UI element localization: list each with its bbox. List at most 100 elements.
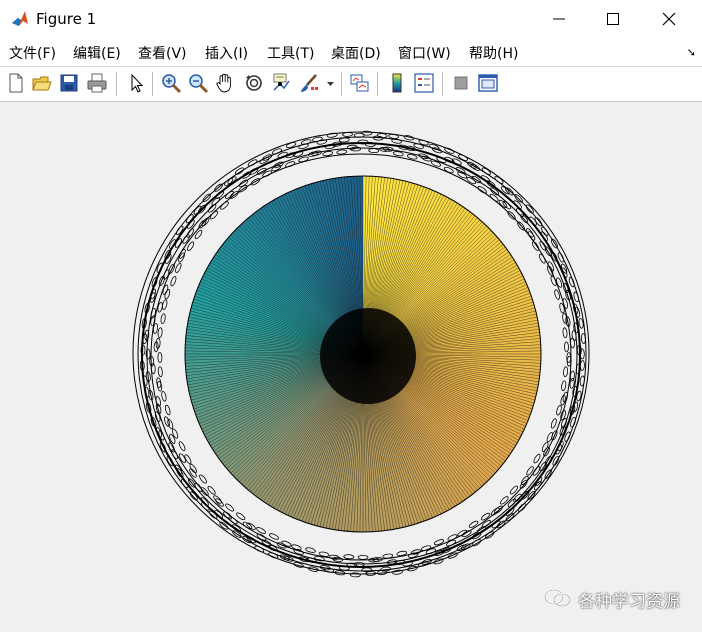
pie-slice-label	[293, 549, 304, 555]
close-icon	[662, 12, 676, 26]
pie-slice-label	[572, 401, 579, 413]
dock-arrow-icon[interactable]: ➘	[687, 46, 696, 59]
zoom-in-icon	[162, 74, 182, 94]
toolbar-separator	[377, 72, 378, 96]
hide-plot-tools-icon	[454, 76, 468, 90]
legend-icon	[414, 73, 434, 93]
pie-slice-label	[182, 234, 190, 244]
print-button[interactable]	[86, 72, 108, 94]
menu-file[interactable]: 文件(F)	[9, 43, 56, 63]
menu-insert[interactable]: 插入(I)	[205, 43, 248, 63]
show-plot-tools-button[interactable]	[477, 72, 499, 94]
pie-slice-label	[160, 313, 166, 325]
brush-dropdown-icon[interactable]	[327, 82, 334, 87]
save-button[interactable]	[58, 72, 80, 94]
rotate-3d-icon	[246, 75, 262, 91]
pie-slice-label	[517, 503, 527, 512]
pie-slice-label	[579, 360, 585, 371]
pie-slice-label	[305, 547, 316, 553]
wechat-icon	[544, 589, 571, 607]
pie-slice-label	[167, 418, 174, 430]
pie-slice-label	[157, 366, 163, 378]
pie-slice-label	[477, 186, 487, 194]
toolbar-separator	[442, 72, 443, 96]
open-file-button[interactable]	[31, 72, 53, 94]
pie-slice-label	[563, 366, 569, 378]
pie-slice-label	[162, 299, 168, 310]
colorbar-button[interactable]	[386, 72, 408, 94]
figure-canvas[interactable]	[0, 102, 702, 628]
menu-window[interactable]: 窗口(W)	[398, 43, 451, 63]
figure-toolbar	[0, 67, 702, 102]
pie-slice-label	[433, 539, 445, 546]
zoom-in-button[interactable]	[160, 72, 182, 94]
pie-slice-label	[326, 132, 338, 138]
menu-view[interactable]: 查看(V)	[138, 43, 187, 63]
pie-slice-label	[525, 204, 534, 214]
pie-slice-label	[336, 149, 348, 155]
pie-slice-label	[391, 138, 403, 144]
pie-chart	[132, 130, 590, 578]
pie-slice-label	[568, 276, 575, 288]
pie-slice-label	[178, 441, 186, 452]
rotate-3d-button[interactable]	[243, 72, 265, 94]
minimize-button[interactable]	[532, 0, 586, 38]
watermark: 各种学习资源	[544, 586, 694, 612]
print-icon	[87, 73, 107, 93]
pie-slice-label	[164, 416, 170, 427]
pie-slice-label	[505, 507, 515, 516]
zoom-out-icon	[189, 74, 209, 94]
close-button[interactable]	[642, 0, 696, 38]
pan-button[interactable]	[214, 72, 236, 94]
pie-slice-label	[532, 241, 540, 251]
menu-help[interactable]: 帮助(H)	[469, 43, 518, 63]
pie-slice-label	[162, 284, 169, 295]
pie-slice-label	[368, 148, 380, 154]
pie-slice-label	[161, 390, 167, 402]
pie-slice-label	[509, 485, 519, 495]
pie-slice-label	[186, 228, 195, 238]
toolbar-separator	[116, 72, 117, 96]
pie-slice-label	[342, 131, 353, 137]
pie-slice-label	[471, 539, 482, 547]
zoom-out-button[interactable]	[187, 72, 209, 94]
pie-slice-label	[562, 298, 568, 309]
pie-slice-label	[194, 229, 203, 240]
data-cursor-button[interactable]	[270, 72, 292, 94]
open-file-icon	[32, 76, 52, 91]
link-plot-icon	[350, 74, 369, 92]
legend-button[interactable]	[413, 72, 435, 94]
pie-slice-label	[157, 352, 163, 363]
menu-desktop[interactable]: 桌面(D)	[331, 43, 381, 63]
pie-slice-label	[172, 428, 179, 439]
pie-slice-label	[357, 554, 369, 560]
pie-slice-label	[291, 544, 302, 551]
window-title: Figure 1	[36, 10, 97, 28]
menu-tools[interactable]: 工具(T)	[267, 43, 314, 63]
pie-slice-label	[513, 493, 522, 503]
edit-plot-button[interactable]	[125, 72, 147, 94]
matlab-logo-icon	[10, 9, 30, 29]
pie-slice-label	[343, 554, 355, 560]
brush-button[interactable]	[298, 72, 320, 94]
pie-slice-label	[480, 512, 491, 521]
link-plot-button[interactable]	[349, 72, 371, 94]
hide-plot-tools-button[interactable]	[450, 72, 472, 94]
maximize-icon	[607, 13, 619, 25]
brush-icon	[301, 74, 318, 92]
pie-slice-label	[170, 276, 177, 287]
new-figure-button[interactable]	[5, 72, 27, 94]
pie-slice-label	[561, 380, 567, 392]
menu-edit[interactable]: 编辑(E)	[73, 43, 121, 63]
maximize-button[interactable]	[586, 0, 640, 38]
pie-slice-label	[178, 248, 186, 259]
pie-slice-label	[338, 565, 350, 571]
pie-slice-label	[573, 291, 579, 303]
pie-slice-label	[338, 137, 350, 143]
pie-slice-label	[376, 133, 388, 139]
pie-slice-label	[247, 159, 258, 167]
pie-slice-label	[500, 496, 509, 505]
pie-slice-label	[175, 262, 182, 273]
pie-slice-label	[254, 545, 265, 553]
pie-slice-label	[431, 147, 443, 154]
